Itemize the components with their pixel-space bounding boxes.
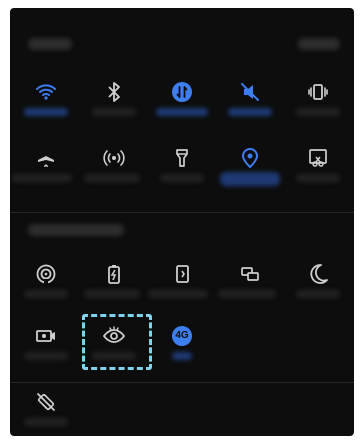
toggle-label: [296, 174, 340, 182]
section-title: [28, 224, 124, 236]
rotate-screen-icon: [170, 262, 194, 286]
hotspot-icon: [102, 146, 126, 170]
toggle-4g[interactable]: 4G: [158, 316, 206, 364]
toggle-label: [24, 290, 68, 298]
toggle-battery-saver[interactable]: [84, 254, 140, 302]
auto-rotate-off-icon: [34, 390, 58, 414]
airplane-mode-icon: [34, 146, 58, 170]
toggle-label: [218, 290, 276, 298]
toggle-label: [92, 108, 136, 116]
flashlight-icon: [170, 146, 194, 170]
toggle-bluetooth[interactable]: [90, 72, 138, 120]
battery-saver-icon: [102, 262, 126, 286]
toggle-label: [24, 352, 68, 360]
vibrate-icon: [306, 80, 330, 104]
toggle-airplane-mode[interactable]: [12, 138, 72, 186]
toggle-label: [24, 418, 68, 426]
toggle-label: [160, 174, 204, 182]
toggle-label: [148, 290, 208, 298]
toggle-label: [296, 108, 340, 116]
4g-badge-text: 4G: [175, 330, 189, 341]
toggle-label: [84, 174, 140, 182]
4g-icon: 4G: [170, 324, 194, 348]
mobile-data-icon: [170, 80, 194, 104]
header-right-label[interactable]: [298, 38, 340, 50]
toggle-label: [172, 352, 192, 360]
toggle-label: [12, 174, 72, 182]
toggle-vibrate[interactable]: [294, 72, 342, 120]
highlight-box: [82, 314, 152, 370]
quick-settings-panel: 4G: [10, 8, 354, 436]
screen-recorder-icon: [34, 324, 58, 348]
nfc-icon: [34, 262, 58, 286]
screenshot-icon: [306, 146, 330, 170]
toggle-mobile-data[interactable]: [156, 72, 208, 120]
divider: [10, 212, 354, 213]
location-icon: [238, 146, 262, 170]
toggle-screen-recorder[interactable]: [22, 316, 70, 364]
toggle-auto-rotate-off[interactable]: [22, 382, 70, 430]
bluetooth-icon: [102, 80, 126, 104]
screen-mirror-icon: [238, 262, 262, 286]
toggle-label: [220, 172, 280, 186]
toggle-nfc[interactable]: [22, 254, 70, 302]
toggle-label: [24, 108, 68, 116]
toggle-screenshot[interactable]: [294, 138, 342, 186]
toggle-label: [296, 290, 340, 298]
toggle-flashlight[interactable]: [158, 138, 206, 186]
toggle-rotate-screen[interactable]: [148, 254, 208, 302]
toggle-do-not-disturb[interactable]: [294, 254, 342, 302]
toggle-wifi[interactable]: [22, 72, 70, 120]
toggle-label: [84, 290, 140, 298]
sound-muted-icon: [238, 80, 262, 104]
toggle-label: [156, 108, 208, 116]
do-not-disturb-icon: [306, 262, 330, 286]
toggle-hotspot[interactable]: [84, 138, 140, 186]
header-left-label: [28, 38, 72, 50]
toggle-screen-mirror[interactable]: [218, 254, 276, 302]
toggle-label: [228, 108, 272, 116]
wifi-icon: [34, 80, 58, 104]
toggle-location[interactable]: [220, 138, 280, 186]
toggle-sound[interactable]: [226, 72, 274, 120]
